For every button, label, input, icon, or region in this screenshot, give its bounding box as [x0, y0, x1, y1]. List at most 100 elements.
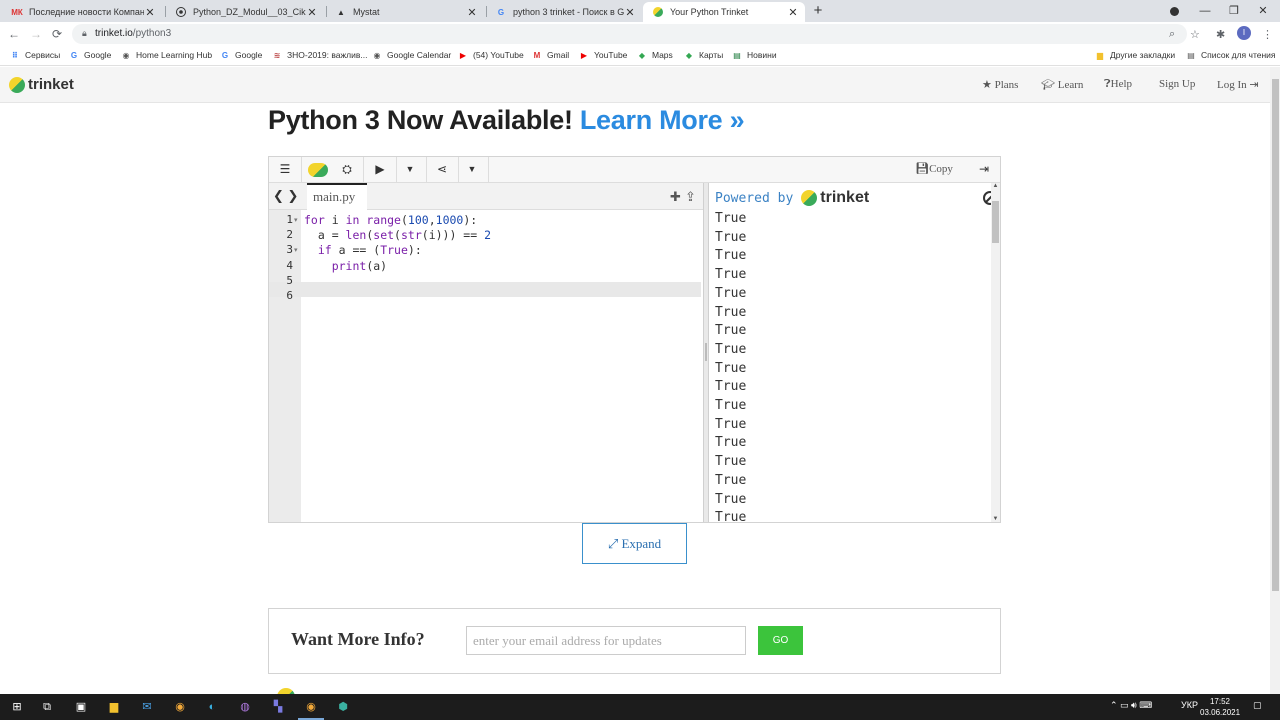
- bookmark-google[interactable]: G Google: [69, 50, 112, 60]
- browser-tab-mystat[interactable]: ▲ Mystat ✕: [326, 2, 484, 22]
- newsletter-box: Want More Info? GO: [268, 608, 1001, 674]
- close-tab-icon[interactable]: ✕: [144, 6, 156, 19]
- ide-toolbar: ☰ ⛭ ▶ ▼ ⋖ ▼ 💾︎Copy ⇥: [269, 157, 1000, 183]
- learn-more-link[interactable]: Learn More »: [580, 105, 745, 135]
- sign-in-icon[interactable]: ⇥: [975, 157, 993, 182]
- trinket-logo-icon: [801, 190, 818, 206]
- console-output-line: True: [715, 454, 747, 470]
- windows-start-icon[interactable]: ⊞: [8, 698, 26, 716]
- bookmark-star-icon[interactable]: ☆: [1190, 28, 1200, 41]
- close-window-button[interactable]: ✕: [1248, 0, 1278, 22]
- run-options-dropdown-icon[interactable]: ▼: [400, 157, 420, 182]
- run-button[interactable]: ▶: [370, 157, 390, 182]
- chrome-icon[interactable]: ◉: [171, 698, 189, 716]
- profile-avatar[interactable]: I: [1237, 26, 1251, 40]
- nav-help[interactable]: ❓︎Help: [1104, 78, 1132, 91]
- browser-tab-news[interactable]: МК Последние новости Компании ✕: [2, 2, 162, 22]
- fold-arrow-icon[interactable]: ▾: [294, 246, 298, 254]
- task-view-icon[interactable]: ⧉: [38, 698, 56, 716]
- fold-arrow-icon[interactable]: ▾: [294, 216, 298, 224]
- bookmark-youtube-54[interactable]: ▶ (54) YouTube: [458, 50, 524, 60]
- bookmark-home-learning-hub[interactable]: ◉ Home Learning Hub: [121, 50, 213, 60]
- share-dropdown-icon[interactable]: ▼: [462, 157, 482, 182]
- system-tray-icons[interactable]: ⌃ ▭ 🔊︎ ⌨︎: [1110, 700, 1152, 711]
- menu-kebab-icon[interactable]: ⋮: [1262, 28, 1273, 41]
- notifications-icon[interactable]: ▢: [1253, 700, 1262, 711]
- teams-icon[interactable]: ▚: [269, 698, 287, 716]
- line-number: 2: [286, 228, 293, 241]
- share-icon[interactable]: ⋖: [432, 157, 452, 182]
- extensions-icon[interactable]: ✱: [1216, 28, 1225, 41]
- expand-arrows-icon: ⤢: [607, 535, 619, 551]
- tab-title: Your Python Trinket: [670, 7, 749, 17]
- python-icon[interactable]: ⛭: [337, 157, 357, 182]
- close-tab-icon[interactable]: ✕: [787, 6, 799, 19]
- pycharm-icon[interactable]: ⬢: [334, 698, 352, 716]
- nav-sign-up[interactable]: Sign Up: [1159, 78, 1195, 90]
- go-button[interactable]: GO: [758, 626, 803, 655]
- scroll-tabs-arrows-icon[interactable]: ❮ ❯: [273, 188, 298, 204]
- new-tab-button[interactable]: +: [811, 2, 825, 20]
- bookmark-zno[interactable]: ≋ ЗНО-2019: важлив...: [272, 50, 368, 60]
- close-tab-icon[interactable]: ✕: [466, 6, 478, 19]
- close-tab-icon[interactable]: ✕: [624, 6, 636, 19]
- trinket-logo[interactable]: trinket: [9, 76, 74, 93]
- language-indicator[interactable]: УКР: [1181, 700, 1198, 710]
- edge-icon[interactable]: ◐: [203, 698, 221, 716]
- email-input[interactable]: [466, 626, 746, 655]
- code-line-1[interactable]: for i in range(100,1000):: [304, 213, 477, 227]
- sign-in-icon: ⇥: [1249, 79, 1259, 91]
- add-file-icon[interactable]: ✚: [670, 189, 681, 205]
- code-line-2[interactable]: a = len(set(str(i))) == 2: [304, 228, 491, 242]
- browser-tab-trinket[interactable]: Your Python Trinket ✕: [643, 2, 805, 22]
- reload-button[interactable]: ⟳: [50, 26, 64, 42]
- bookmark-google-2[interactable]: G Google: [220, 50, 263, 60]
- bookmark-novyny[interactable]: ▤ Новини: [732, 50, 776, 60]
- bookmark-karty[interactable]: ◆ Карты: [684, 50, 723, 60]
- restore-window-button[interactable]: ❐: [1219, 0, 1249, 22]
- page-headline: Python 3 Now Available! Learn More »: [268, 105, 745, 135]
- console-scrollbar[interactable]: ▲ ▼: [991, 183, 1000, 522]
- reading-list[interactable]: ▤ Список для чтения: [1186, 50, 1275, 60]
- file-tab-main[interactable]: main.py: [307, 183, 367, 210]
- upload-file-icon[interactable]: ⇪: [685, 189, 696, 205]
- bookmark-apps[interactable]: ⠿ Сервисы: [10, 50, 60, 60]
- code-line-4[interactable]: print(a): [304, 259, 387, 273]
- browser-tab-github[interactable]: Python_DZ_Modul__03_Cikly_c_3 ✕: [166, 2, 324, 22]
- address-bar[interactable]: 🔒︎ trinket.io/python3 ⌕: [72, 24, 1187, 44]
- google-icon: G: [70, 50, 78, 60]
- other-bookmarks-folder[interactable]: ▆ Другие закладки: [1095, 50, 1175, 60]
- viber-icon[interactable]: ◍: [236, 698, 254, 716]
- copy-button[interactable]: 💾︎Copy: [911, 157, 957, 182]
- close-tab-icon[interactable]: ✕: [306, 6, 318, 19]
- google-favicon-icon: G: [497, 7, 505, 17]
- console-output-line: True: [715, 341, 747, 357]
- expand-button[interactable]: ⤢ Expand: [582, 523, 687, 564]
- tab-search-icon[interactable]: [1159, 0, 1189, 22]
- back-button[interactable]: ←: [7, 26, 21, 42]
- bookmark-maps[interactable]: ◆ Maps: [637, 50, 673, 60]
- code-line-3[interactable]: if a == (True):: [304, 243, 422, 257]
- mail-icon[interactable]: ✉: [138, 698, 156, 716]
- nav-log-in[interactable]: Log In ⇥: [1217, 78, 1259, 91]
- photo-app-icon[interactable]: ▣: [72, 698, 90, 716]
- file-explorer-icon[interactable]: ▆: [105, 698, 123, 716]
- page-scrollbar[interactable]: [1270, 67, 1280, 694]
- chrome-active-icon[interactable]: ◉: [298, 698, 324, 720]
- zoom-icon[interactable]: ⌕: [1169, 28, 1175, 41]
- console-output-line: True: [715, 379, 747, 395]
- bookmark-google-calendar[interactable]: ◉ Google Calendar: [372, 50, 452, 60]
- trinket-mode-icon[interactable]: [307, 157, 329, 182]
- line-number: 4: [286, 259, 293, 272]
- minimize-window-button[interactable]: —: [1190, 0, 1220, 22]
- forward-button[interactable]: →: [29, 26, 43, 42]
- clock[interactable]: 17:52 03.06.2021: [1200, 696, 1240, 718]
- browser-tab-google-search[interactable]: G python 3 trinket - Поиск в Goog ✕: [486, 2, 642, 22]
- bookmark-gmail[interactable]: M Gmail: [532, 50, 570, 60]
- bookmark-youtube[interactable]: ▶ YouTube: [579, 50, 627, 60]
- menu-icon[interactable]: ☰: [275, 157, 295, 182]
- nav-learn[interactable]: 🎓︎ Learn: [1041, 78, 1083, 91]
- nav-plans[interactable]: ★ Plans: [982, 78, 1018, 91]
- reading-list-icon: ▤: [1187, 50, 1195, 60]
- file-tabs: ❮ ❯ main.py ✚ ⇪: [269, 183, 703, 210]
